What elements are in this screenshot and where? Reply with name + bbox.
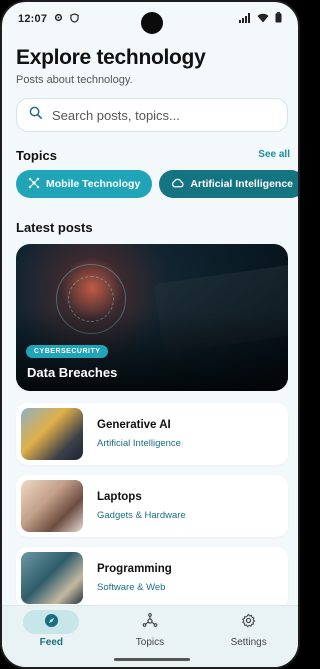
topic-chip-label: Mobile Technology	[46, 178, 141, 190]
topic-chips: Mobile Technology Artificial Intelligenc…	[16, 170, 298, 198]
front-camera	[141, 12, 163, 34]
gear-icon	[241, 613, 256, 631]
post-card[interactable]: Laptops Gadgets & Hardware	[16, 475, 288, 537]
battery-icon	[275, 12, 282, 26]
status-time: 12:07	[18, 13, 48, 25]
post-thumbnail	[21, 480, 83, 532]
search-input[interactable]	[52, 107, 272, 123]
cloud-icon	[171, 178, 184, 191]
post-card[interactable]: Programming Software & Web	[16, 547, 288, 609]
post-title: Generative AI	[97, 419, 171, 431]
post-thumbnail	[21, 552, 83, 604]
home-indicator[interactable]	[114, 658, 190, 661]
post-category: Artificial Intelligence	[97, 438, 181, 449]
compass-icon	[44, 613, 59, 631]
topic-chip-label: Artificial Intelligence	[190, 178, 294, 190]
topic-chip-artificial-intelligence[interactable]: Artificial Intelligence	[159, 170, 298, 198]
post-category: Software & Web	[97, 582, 166, 593]
topics-heading: Topics	[16, 148, 57, 163]
signal-icon	[239, 12, 251, 26]
nav-item-topics[interactable]: Topics	[110, 610, 190, 648]
nav-label: Topics	[135, 637, 165, 648]
nav-item-settings[interactable]: Settings	[209, 610, 289, 648]
topic-chip-mobile-technology[interactable]: Mobile Technology	[16, 170, 153, 198]
page-title: Explore technology	[16, 46, 206, 69]
nav-label: Settings	[230, 637, 267, 648]
post-category: Gadgets & Hardware	[97, 510, 186, 521]
post-title: Laptops	[97, 491, 142, 503]
nav-label: Feed	[39, 637, 63, 648]
wifi-icon	[257, 13, 269, 26]
search-bar[interactable]	[16, 98, 288, 132]
latest-posts-heading: Latest posts	[16, 220, 93, 235]
page-subtitle: Posts about technology.	[16, 74, 133, 86]
settings-status-icon	[54, 13, 63, 25]
featured-post-title: Data Breaches	[27, 365, 118, 380]
hub-icon	[142, 612, 158, 632]
nodes-icon	[28, 177, 40, 192]
post-thumbnail	[21, 408, 83, 460]
featured-post-card[interactable]: CYBERSECURITY Data Breaches	[16, 244, 288, 391]
featured-category-badge: CYBERSECURITY	[26, 345, 109, 358]
nav-active-indicator	[23, 610, 80, 634]
see-all-link[interactable]: See all	[258, 149, 290, 160]
post-title: Programming	[97, 563, 172, 575]
post-card[interactable]: Generative AI Artificial Intelligence	[16, 403, 288, 465]
shield-status-icon	[70, 12, 79, 26]
search-icon	[29, 106, 42, 124]
nav-item-feed[interactable]: Feed	[11, 610, 91, 648]
phone-screen: 12:07 Explore technology Posts about tec…	[0, 0, 300, 669]
